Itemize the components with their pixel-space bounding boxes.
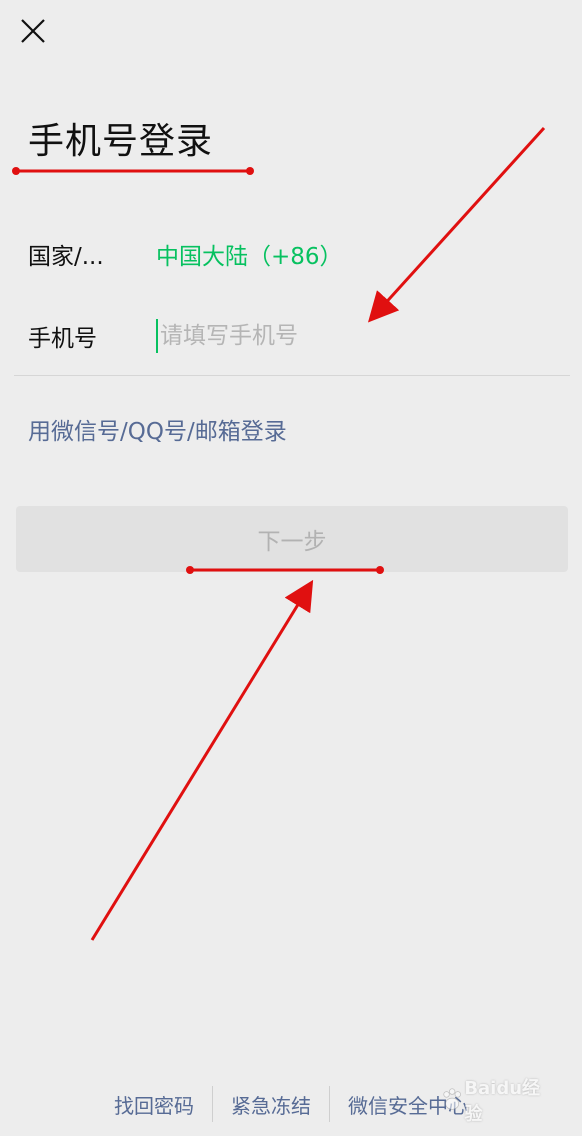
phone-label: 手机号 (28, 326, 97, 352)
title-underline (12, 167, 254, 175)
next-button[interactable]: 下一步 (16, 506, 568, 572)
phone-input[interactable] (156, 319, 554, 353)
alt-login-link[interactable]: 用微信号/QQ号/邮箱登录 (28, 412, 287, 446)
phone-row: 手机号 (28, 306, 554, 366)
close-icon (21, 19, 45, 43)
arrow-to-next-button (90, 579, 314, 941)
country-label: 国家/... (28, 244, 104, 270)
watermark-text: Baidu经验 (464, 1078, 541, 1125)
page-title: 手机号登录 (28, 121, 214, 162)
login-screen: 手机号登录 国家/... 中国大陆（+86） 手机号 用微信号/QQ号/邮箱登录… (0, 0, 582, 1136)
close-button[interactable] (14, 12, 52, 50)
paw-icon (443, 1088, 461, 1110)
arrow-to-phone-input (367, 126, 546, 323)
country-value[interactable]: 中国大陆（+86） (156, 237, 343, 271)
footer-link-emergency-freeze[interactable]: 紧急冻结 (213, 1090, 329, 1119)
watermark: Baidu经验 (440, 1078, 552, 1125)
country-selector[interactable]: 国家/... 中国大陆（+86） (28, 224, 554, 284)
footer-link-recover-password[interactable]: 找回密码 (96, 1090, 212, 1119)
divider (14, 375, 570, 376)
